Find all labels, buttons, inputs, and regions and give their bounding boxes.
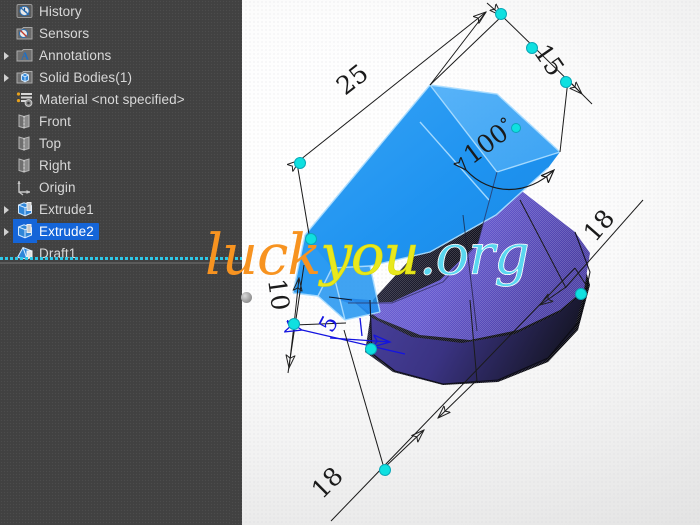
tree-item-label: Solid Bodies(1): [39, 69, 133, 85]
tree-item-label: Extrude2: [36, 222, 99, 240]
tree-item-origin[interactable]: Origin: [0, 176, 242, 198]
svg-text:A: A: [21, 51, 29, 63]
dim-18-bottom-arrow-a: [383, 430, 424, 469]
vertex-point[interactable]: [379, 464, 391, 476]
feature-tree-panel-lower: [0, 281, 230, 525]
vertex-point[interactable]: [294, 157, 306, 169]
extrude-icon: [14, 198, 36, 220]
tree-item-annotations[interactable]: A Annotations: [0, 44, 242, 66]
tree-indent-spacer: [0, 154, 14, 176]
tree-item-front[interactable]: Front: [0, 110, 242, 132]
expand-arrow-icon[interactable]: [0, 198, 14, 220]
site-watermark: luckyou.org: [205, 227, 530, 284]
dim-10-left-arrow-a: [289, 324, 294, 368]
watermark-part-1: luck: [205, 223, 321, 288]
tree-item-label: Material <not specified>: [39, 91, 185, 107]
dim-15-leader-b: [559, 79, 569, 153]
vertex-point[interactable]: [526, 42, 538, 54]
vertex-point[interactable]: [511, 123, 521, 133]
plane-icon: [14, 110, 36, 132]
tree-item-label: Sensors: [39, 25, 90, 41]
dim-r5-tick: [359, 317, 363, 337]
tree-item-label: Origin: [39, 179, 76, 195]
tree-indent-spacer: [0, 88, 14, 110]
tree-item-history[interactable]: History: [0, 0, 242, 22]
dim-18-bottom-arrow-b: [438, 379, 478, 418]
tree-item-material-not-specified[interactable]: Material <not specified>: [0, 88, 242, 110]
vertex-point[interactable]: [560, 76, 572, 88]
vertex-point[interactable]: [575, 288, 587, 300]
expand-arrow-icon[interactable]: [0, 44, 14, 66]
dim-25-ext-b: [429, 11, 487, 86]
solid-bodies-icon: [14, 66, 36, 88]
watermark-part-2: you: [320, 223, 420, 288]
tree-item-label: Front: [39, 113, 72, 129]
vertex-point[interactable]: [288, 318, 300, 330]
panel-splitter-handle[interactable]: [241, 292, 252, 303]
sensors-icon: [14, 22, 36, 44]
tree-item-label: Annotations: [39, 47, 112, 63]
vertex-point[interactable]: [365, 343, 377, 355]
watermark-part-3: .org: [418, 223, 530, 288]
tree-indent-spacer: [0, 176, 14, 198]
tree-item-label: History: [39, 3, 82, 19]
tree-item-label: Extrude1: [39, 201, 94, 217]
draft-icon: [14, 242, 36, 264]
tree-indent-spacer: [0, 0, 14, 22]
dim-25-value: 25: [331, 58, 374, 100]
history-icon: [14, 0, 36, 22]
dim-15-leader-a: [429, 15, 503, 86]
plane-icon: [14, 132, 36, 154]
annotations-icon: A: [14, 44, 36, 66]
tree-item-right[interactable]: Right: [0, 154, 242, 176]
tree-item-solid-bodies-1[interactable]: Solid Bodies(1): [0, 66, 242, 88]
tree-indent-spacer: [0, 132, 14, 154]
vertex-point[interactable]: [495, 8, 507, 20]
material-icon: [14, 88, 36, 110]
application-window: 25 15 100° 18 10 5 18 History Sensors A …: [0, 0, 700, 525]
dim-18-right-value: 18: [578, 204, 621, 247]
tree-item-extrude1[interactable]: Extrude1: [0, 198, 242, 220]
tree-item-top[interactable]: Top: [0, 132, 242, 154]
tree-item-sensors[interactable]: Sensors: [0, 22, 242, 44]
dim-18-bottom-value: 18: [306, 461, 349, 504]
tree-item-label: Top: [39, 135, 62, 151]
extrude-icon: [13, 219, 37, 243]
tree-indent-spacer: [0, 110, 14, 132]
origin-icon: [14, 176, 36, 198]
plane-icon: [14, 154, 36, 176]
expand-arrow-icon[interactable]: [0, 66, 14, 88]
tree-indent-spacer: [0, 22, 14, 44]
expand-arrow-icon[interactable]: [0, 220, 14, 242]
tree-indent-spacer: [0, 242, 14, 264]
tree-item-label: Right: [39, 157, 72, 173]
